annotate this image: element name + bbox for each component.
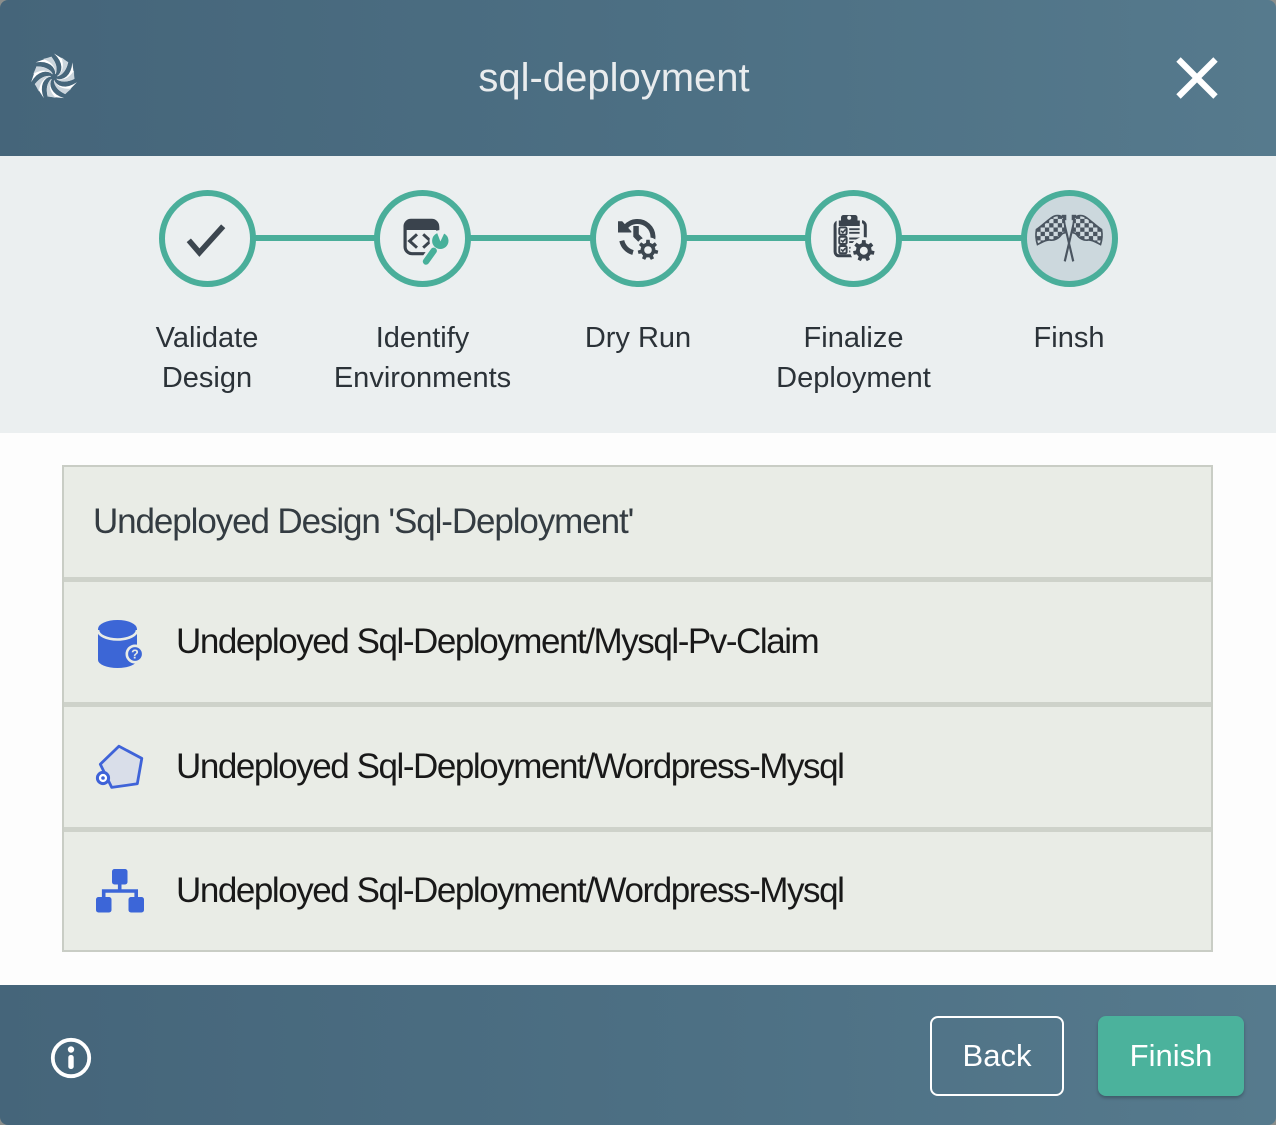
svg-text:?: ? <box>131 648 139 662</box>
